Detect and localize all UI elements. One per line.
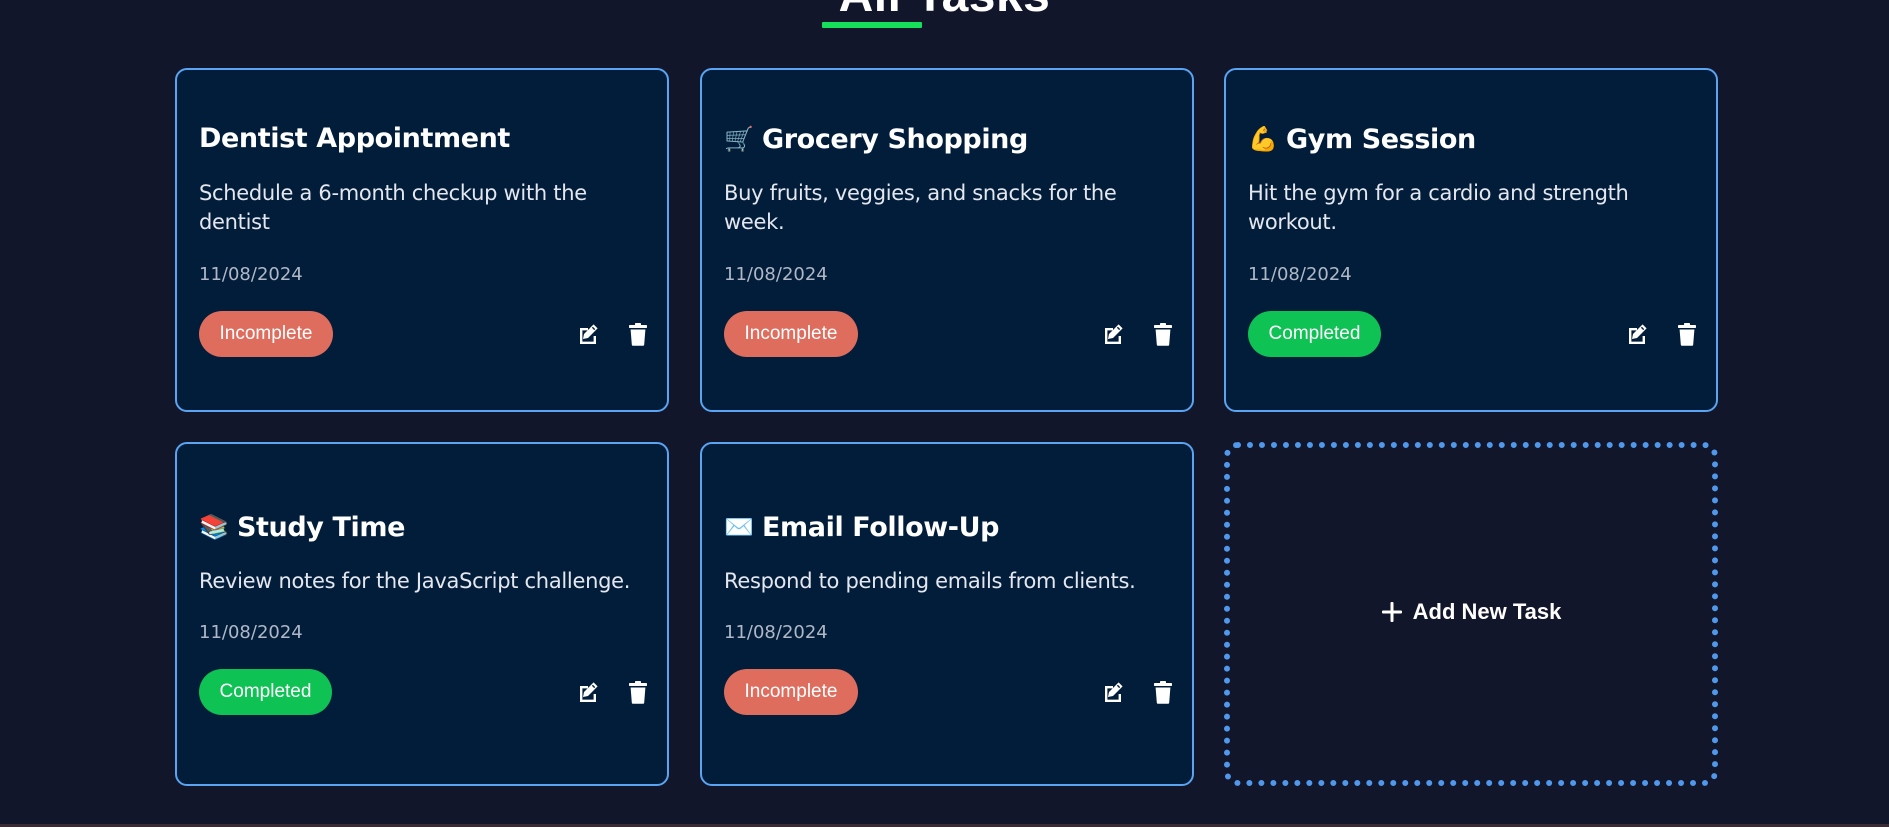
task-title: ✉️ Email Follow-Up: [724, 510, 999, 545]
books-icon: 📚: [199, 513, 229, 541]
task-title: 💪 Gym Session: [1248, 122, 1476, 157]
task-card: 📚 Study Time Review notes for the JavaScr…: [175, 442, 669, 786]
task-title: Dentist Appointment: [199, 122, 510, 156]
trash-icon: [1678, 323, 1696, 346]
flexed-biceps-icon: 💪: [1248, 125, 1278, 153]
edit-button[interactable]: [1099, 678, 1127, 706]
status-badge[interactable]: Incomplete: [724, 669, 858, 715]
task-title-text: Email Follow-Up: [762, 512, 1000, 543]
task-title-text: Study Time: [237, 512, 406, 543]
envelope-icon: ✉️: [724, 513, 754, 541]
edit-icon: [1629, 324, 1647, 344]
task-title-text: Grocery Shopping: [762, 124, 1028, 155]
title-underline: [822, 22, 922, 28]
status-badge[interactable]: Incomplete: [199, 311, 333, 357]
edit-button[interactable]: [574, 320, 602, 348]
add-task-content: Add New Task: [1381, 599, 1562, 625]
delete-button[interactable]: [624, 320, 652, 348]
delete-button[interactable]: [1149, 678, 1177, 706]
add-task-button[interactable]: Add New Task: [1224, 442, 1718, 786]
status-badge[interactable]: Completed: [199, 669, 332, 715]
task-title: 🛒 Grocery Shopping: [724, 122, 1028, 157]
status-badge[interactable]: Completed: [1248, 311, 1381, 357]
edit-button[interactable]: [1623, 320, 1651, 348]
task-date: 11/08/2024: [724, 622, 828, 643]
delete-button[interactable]: [624, 678, 652, 706]
task-description: Respond to pending emails from clients.: [724, 569, 1136, 593]
edit-button[interactable]: [574, 678, 602, 706]
trash-icon: [1154, 323, 1172, 346]
trash-icon: [629, 681, 647, 704]
edit-icon: [1105, 682, 1123, 702]
tasks-page: All Tasks Dentist Appointment Schedule a…: [0, 0, 1889, 827]
task-date: 11/08/2024: [199, 622, 303, 643]
task-description: Buy fruits, veggies, and snacks for the …: [724, 181, 1117, 234]
trash-icon: [1154, 681, 1172, 704]
task-title-text: Dentist Appointment: [199, 123, 510, 154]
task-title-text: Gym Session: [1286, 124, 1476, 155]
page-title: All Tasks: [0, 0, 1889, 20]
delete-button[interactable]: [1673, 320, 1701, 348]
task-date: 11/08/2024: [1248, 264, 1352, 285]
task-card: ✉️ Email Follow-Up Respond to pending ema…: [700, 442, 1194, 786]
task-description: Schedule a 6-month checkup with the dent…: [199, 181, 587, 234]
edit-icon: [1105, 324, 1123, 344]
task-card: Dentist Appointment Schedule a 6-month c…: [175, 68, 669, 412]
task-description: Review notes for the JavaScript challeng…: [199, 569, 631, 593]
task-title: 📚 Study Time: [199, 510, 405, 545]
task-card: 💪 Gym Session Hit the gym for a cardio an…: [1224, 68, 1718, 412]
edit-icon: [580, 682, 598, 702]
edit-button[interactable]: [1099, 320, 1127, 348]
edit-icon: [580, 324, 598, 344]
task-date: 11/08/2024: [199, 264, 303, 285]
trash-icon: [629, 323, 647, 346]
task-date: 11/08/2024: [724, 264, 828, 285]
plus-icon: [1381, 601, 1403, 623]
task-description: Hit the gym for a cardio and strength wo…: [1248, 181, 1629, 234]
task-card: 🛒 Grocery Shopping Buy fruits, veggies, a…: [700, 68, 1194, 412]
status-badge[interactable]: Incomplete: [724, 311, 858, 357]
add-task-label: Add New Task: [1412, 599, 1562, 624]
cart-icon: 🛒: [724, 125, 754, 153]
delete-button[interactable]: [1149, 320, 1177, 348]
